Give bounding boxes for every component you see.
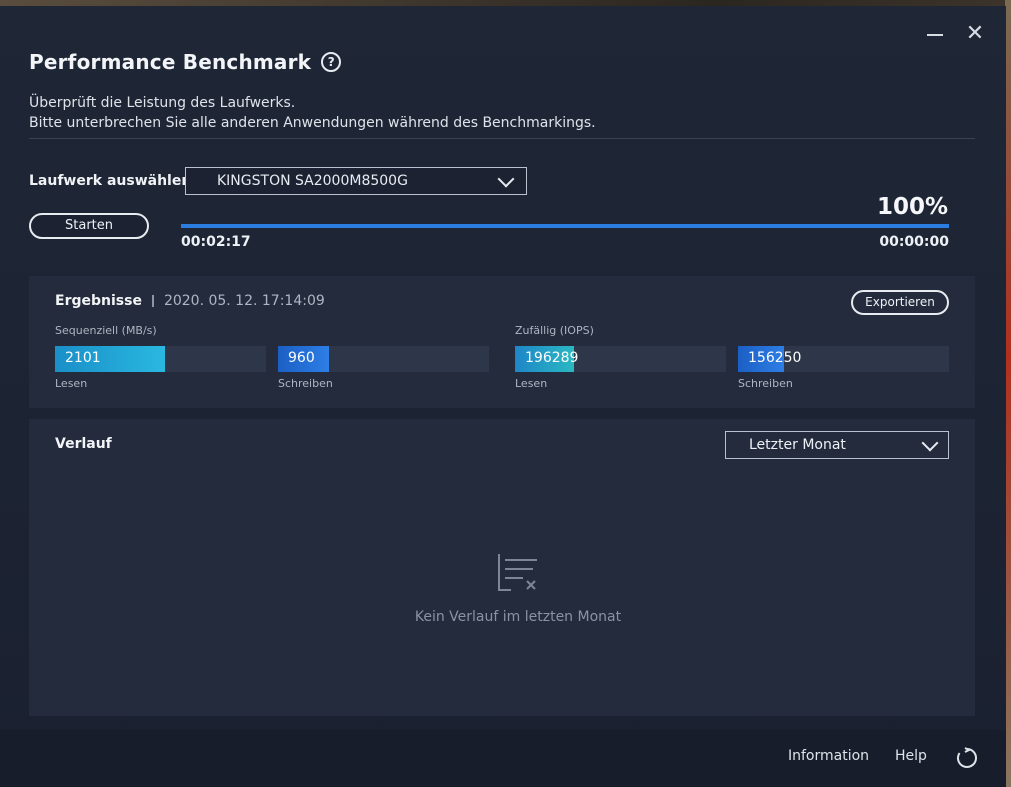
progress-percent: 100% [876,194,948,220]
chevron-down-icon [497,170,515,188]
drive-select-value: KINGSTON SA2000M8500G [217,173,408,189]
remaining-time: 00:00:00 [879,234,949,250]
period-select-value: Letzter Monat [749,437,846,453]
sequential-read-caption: Lesen [55,377,88,390]
random-write-caption: Schreiben [738,377,793,390]
period-select-dropdown[interactable]: Letzter Monat [725,431,949,459]
start-button[interactable]: Starten [29,213,149,239]
results-date: 2020. 05. 12. 17:14:09 [163,293,325,309]
sequential-write-value: 960 [288,350,315,366]
empty-history-text: Kein Verlauf im letzten Monat [414,609,622,625]
history-panel: Verlauf Letzter Monat Kein Verlauf im le… [29,419,975,716]
progress-bar [181,224,949,228]
minimize-button[interactable] [923,22,947,46]
results-title: Ergebnisse [55,293,142,309]
sequential-label: Sequenziell (MB/s) [55,324,157,337]
results-separator [151,295,154,307]
title-row: Performance Benchmark ? [29,50,342,74]
help-icon[interactable]: ? [321,52,342,72]
drive-select-dropdown[interactable]: KINGSTON SA2000M8500G [185,167,527,195]
random-write-value: 156250 [748,350,802,366]
random-read-caption: Lesen [515,377,548,390]
sequential-read-value: 2101 [65,350,101,366]
close-icon: ✕ [965,21,985,46]
empty-list-icon [498,554,537,591]
close-button[interactable]: ✕ [963,22,987,46]
random-label: Zufällig (IOPS) [515,324,594,337]
help-link[interactable]: Help [895,748,927,764]
benchmark-window: ✕ Performance Benchmark ? Überprüft die … [0,6,1006,787]
drive-select-label: Laufwerk auswählen [29,173,192,189]
information-link[interactable]: Information [788,748,869,764]
history-title: Verlauf [55,436,112,452]
divider [29,138,975,139]
chevron-down-icon [921,434,939,452]
random-read-bar: 196289 [515,346,726,372]
page-title: Performance Benchmark [29,50,312,74]
sequential-read-bar: 2101 [55,346,266,372]
description: Überprüft die Leistung des Laufwerks. Bi… [29,93,596,133]
sequential-write-caption: Schreiben [278,377,333,390]
progress-bar-fill [181,224,949,228]
minimize-icon [927,34,943,36]
random-write-bar: 156250 [738,346,949,372]
description-line-2: Bitte unterbrechen Sie alle anderen Anwe… [29,115,596,131]
footer: Information Help [0,730,1006,787]
refresh-icon[interactable] [955,746,979,770]
sequential-write-bar: 960 [278,346,489,372]
random-read-value: 196289 [525,350,579,366]
results-panel: Ergebnisse 2020. 05. 12. 17:14:09 Export… [29,276,975,408]
elapsed-time: 00:02:17 [181,234,251,250]
export-button[interactable]: Exportieren [851,290,949,315]
results-header: Ergebnisse 2020. 05. 12. 17:14:09 [55,293,325,309]
description-line-1: Überprüft die Leistung des Laufwerks. [29,95,296,111]
